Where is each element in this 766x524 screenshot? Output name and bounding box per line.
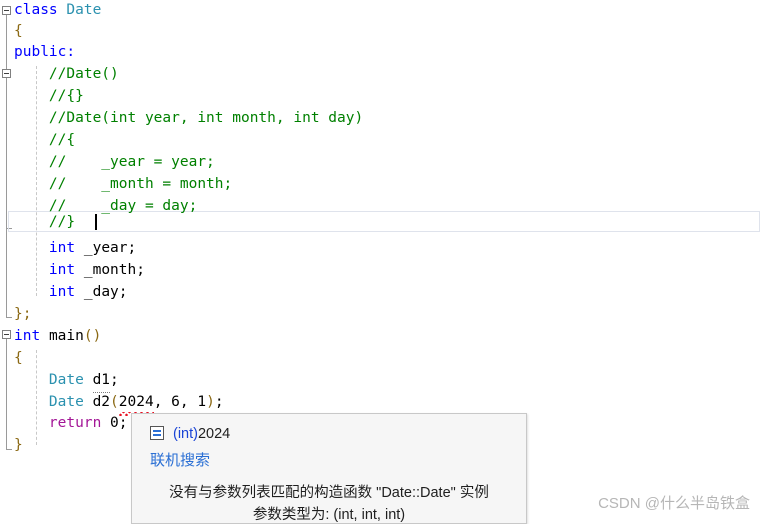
function-main: main (48, 328, 84, 344)
code-line-2[interactable]: { (0, 21, 23, 42)
tooltip-value-row: (int)2024 (150, 423, 230, 445)
type-date-d2: Date (48, 394, 84, 410)
code-line-1[interactable]: class Date (0, 0, 101, 21)
paren-close-d2: ) (206, 394, 215, 410)
comment-empty-body: //{} (48, 88, 84, 104)
type-date: Date (66, 2, 102, 18)
code-line-19[interactable]: Date d2(2024, 6, 1); (0, 392, 224, 416)
online-search-link[interactable]: 联机搜索 (150, 449, 210, 470)
semicolon-d2: ; (214, 394, 224, 410)
keyword-int-main: int (14, 328, 41, 344)
error-message-line2: 参数类型为: (int, int, int) (252, 507, 406, 523)
tooltip-value-type: (int) (173, 426, 198, 442)
variable-d2: d2 (92, 394, 111, 410)
comment-ctor-close-brace: //} (48, 214, 76, 230)
code-line-15[interactable]: }; (0, 304, 31, 325)
main-close-brace: } (14, 437, 23, 453)
semicolon-day: ; (118, 284, 128, 300)
code-line-7[interactable]: //{ (0, 130, 75, 151)
keyword-public: public: (14, 44, 76, 60)
main-open-brace: { (14, 350, 23, 366)
tooltip-value: 2024 (197, 426, 231, 442)
semicolon-return: ; (118, 415, 128, 431)
keyword-return: return (48, 415, 102, 431)
argument-6: 6 (171, 394, 180, 410)
member-day: _day (83, 284, 119, 300)
code-line-6[interactable]: //Date(int year, int month, int day) (0, 108, 363, 129)
code-line-21[interactable]: } (0, 435, 23, 456)
code-line-12[interactable]: int _year; (0, 238, 136, 259)
code-line-13[interactable]: int _month; (0, 260, 145, 281)
keyword-int-year: int (48, 240, 76, 256)
argument-1: 1 (197, 394, 207, 410)
code-line-18[interactable]: Date d1; (0, 370, 119, 393)
code-line-20[interactable]: return 0; (0, 413, 128, 434)
constant-value-icon (150, 426, 164, 440)
code-line-5[interactable]: //{} (0, 86, 84, 107)
comment-default-ctor: //Date() (48, 66, 119, 82)
code-line-17[interactable]: { (0, 348, 23, 369)
main-parens: () (83, 328, 102, 344)
code-line-11[interactable]: //} (0, 212, 75, 233)
code-line-8[interactable]: // _year = year; (0, 152, 215, 173)
csdn-watermark: CSDN @什么半岛铁盒 (598, 495, 750, 512)
member-month: _month (83, 262, 137, 278)
semicolon-month: ; (136, 262, 145, 278)
keyword-int-day: int (48, 284, 76, 300)
class-close-brace: }; (14, 306, 32, 322)
return-value-0: 0 (110, 415, 119, 431)
brace-open-class: { (14, 23, 23, 39)
code-line-16[interactable]: int main() (0, 326, 101, 347)
semicolon-year: ; (127, 240, 137, 256)
paren-open-d2: ( (110, 394, 119, 410)
code-line-9[interactable]: // _month = month; (0, 174, 232, 195)
argument-2024: 2024 (118, 392, 154, 416)
type-date-d1: Date (48, 372, 84, 388)
keyword-class: class (14, 2, 58, 18)
semicolon-d1: ; (110, 372, 119, 388)
comment-month-assign: // _month = month; (48, 176, 233, 192)
member-year: _year (83, 240, 128, 256)
variable-d1: d1 (92, 370, 111, 393)
keyword-int-month: int (48, 262, 76, 278)
comment-year-assign: // _year = year; (48, 154, 215, 170)
code-line-3[interactable]: public: (0, 42, 75, 63)
comment-ctor-open-brace: //{ (48, 132, 76, 148)
quick-info-tooltip: (int)2024 联机搜索 没有与参数列表匹配的构造函数 "Date::Dat… (131, 413, 527, 524)
code-line-4[interactable]: //Date() (0, 64, 119, 85)
code-line-14[interactable]: int _day; (0, 282, 128, 303)
error-message-line1: 没有与参数列表匹配的构造函数 "Date::Date" 实例 (169, 485, 489, 501)
comment-param-ctor: //Date(int year, int month, int day) (48, 110, 364, 126)
